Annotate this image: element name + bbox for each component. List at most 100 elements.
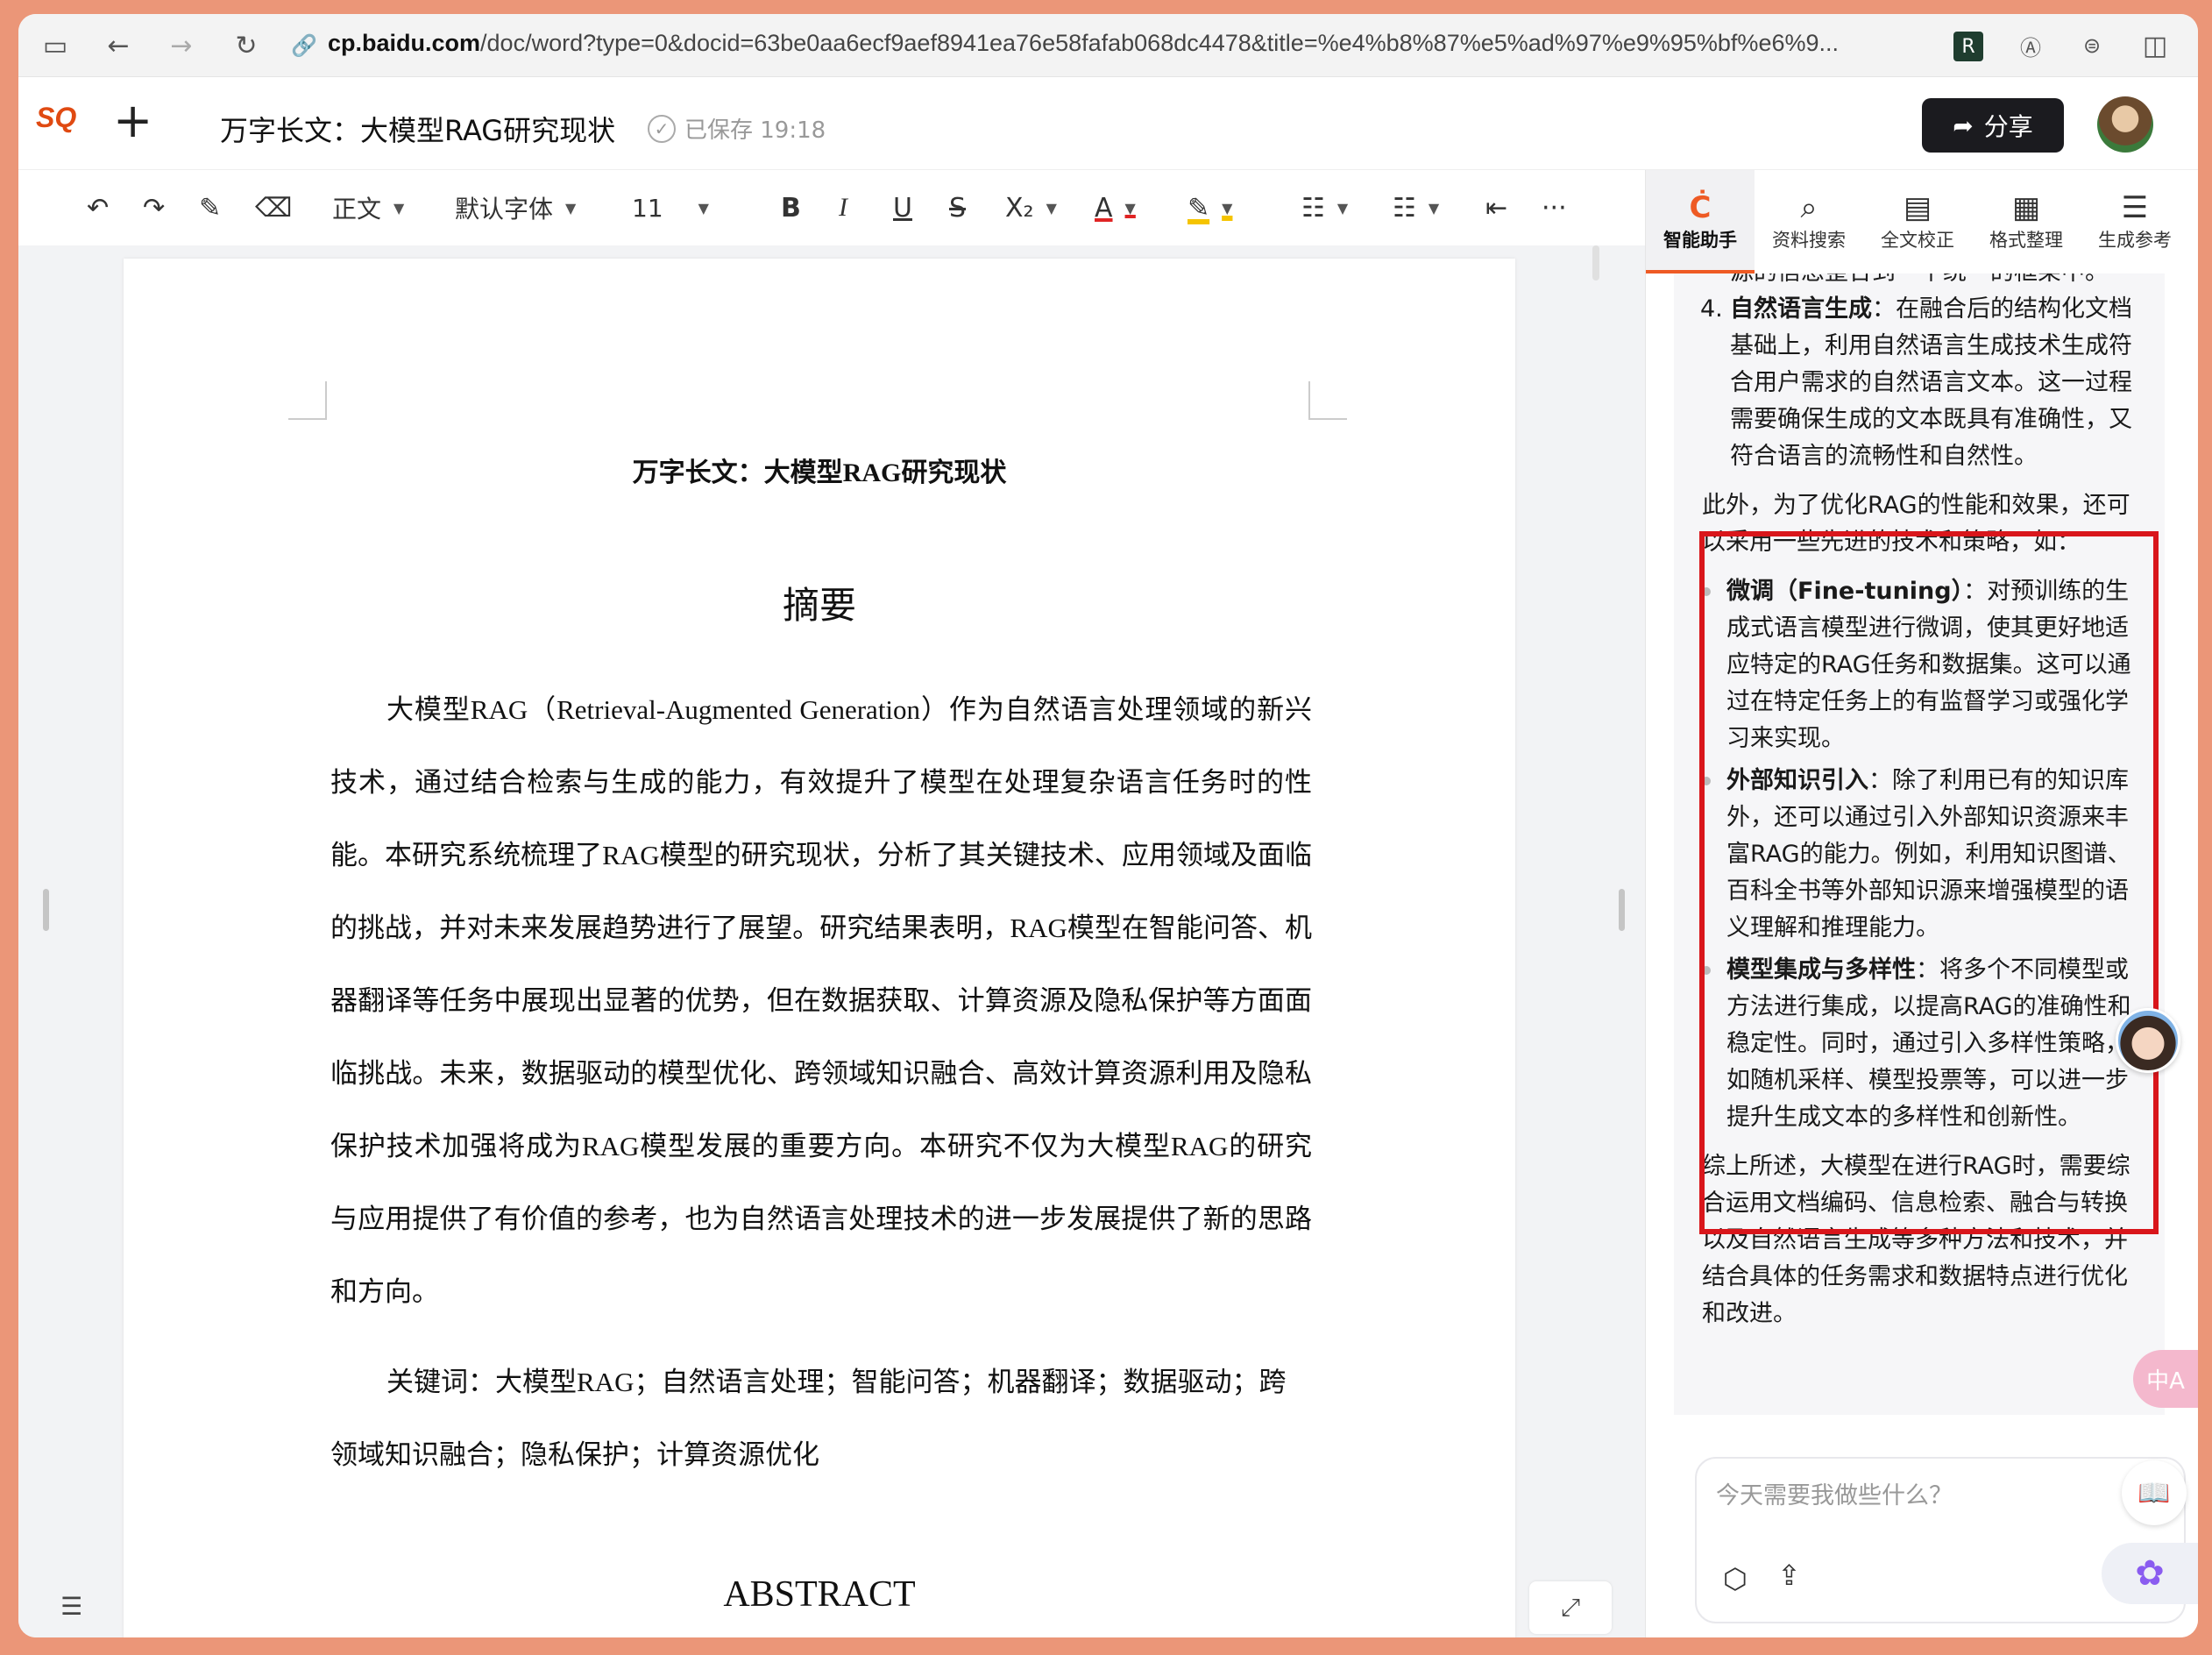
chevron-down-icon: ▼	[565, 199, 577, 217]
reference-icon: ☰	[2121, 190, 2149, 225]
undo-icon[interactable]: ↶	[87, 188, 109, 228]
margin-mark	[288, 381, 327, 420]
bullet-dot	[1702, 966, 1711, 975]
chat-messages[interactable]: 源的信息整合到一个统一的框架中。 4. 自然语言生成：在融合后的结构化文档基础上…	[1674, 273, 2165, 1415]
proofread-icon: ▤	[1903, 190, 1932, 225]
list-item: 模型集成与多样性：将多个不同模型或方法进行集成，以提高RAG的准确性和稳定性。同…	[1674, 952, 2165, 1136]
tab-search[interactable]: ⌕ 资料搜索	[1755, 170, 1863, 273]
outdent-icon[interactable]: ⇤	[1485, 188, 1507, 228]
book-icon[interactable]: 📖	[2122, 1460, 2187, 1525]
upload-icon[interactable]: ⇪	[1777, 1559, 1801, 1592]
chevron-down-icon: ▼	[1336, 199, 1349, 217]
save-status: ✓ 已保存 19:18	[648, 112, 826, 145]
app-logo[interactable]: SQ	[36, 102, 80, 146]
tab-proofread[interactable]: ▤ 全文校正	[1863, 170, 1972, 273]
expand-icon[interactable]: ⤢	[1529, 1581, 1612, 1634]
chat-paragraph: 综上所述，大模型在进行RAG时，需要综合运用文档编码、信息检索、融合与转换以及自…	[1702, 1153, 2130, 1327]
reload-icon[interactable]: ↻	[229, 28, 264, 63]
redo-icon[interactable]: ↷	[143, 188, 165, 228]
split-view-icon[interactable]: ◫	[2138, 28, 2173, 63]
browser-window: ▭ ← → ↻ 🔗 cp.baidu.com/doc/word?type=0&d…	[18, 14, 2198, 1637]
chevron-down-icon: ▼	[1428, 199, 1440, 217]
avatar[interactable]	[2097, 96, 2153, 153]
chat-input[interactable]: 今天需要我做些什么？ ⬡ ⇪	[1695, 1457, 2186, 1623]
font-size-value: 11	[632, 193, 663, 223]
format-toolbar: ↶ ↷ ✎ ⌫ 正文 ▼ 默认字体 ▼ 11 ▼ B I U S X₂ ▼ A ▼ ✎ ▼ …	[18, 170, 1645, 245]
extension-a-icon[interactable]: Ⓐ	[2013, 28, 2048, 63]
tab-format[interactable]: ▦ 格式整理	[1972, 170, 2081, 273]
italic-icon[interactable]: I	[839, 188, 847, 228]
list-item-title: 自然语言生成	[1730, 295, 1872, 323]
outline-icon[interactable]: ☰	[60, 1592, 82, 1621]
more-icon[interactable]: ···	[1542, 188, 1567, 228]
back-icon[interactable]: ←	[101, 28, 136, 63]
extension-translate-icon[interactable]: ⊜	[2074, 28, 2109, 63]
clear-format-icon[interactable]: ⌫	[255, 188, 292, 228]
tab-label: 生成参考	[2098, 230, 2172, 251]
chat-paragraph: 此外，为了优化RAG的性能和效果，还可以采用一些先进的技术和策略，如：	[1702, 492, 2130, 556]
sidebar-toggle-icon[interactable]: ▭	[38, 28, 73, 63]
list-item: 源的信息整合到一个统一的框架中。	[1674, 273, 2165, 291]
assistant-panel: Ċ 智能助手 ⌕ 资料搜索 ▤ 全文校正 ▦ 格式整理 ☰ 生成参考 4. 自然…	[1645, 170, 2198, 1637]
share-label: 分享	[1983, 112, 2033, 141]
document-page[interactable]: 万字长文：大模型RAG研究现状 摘要 大模型RAG（Retrieval-Augm…	[124, 259, 1515, 1637]
forward-icon[interactable]: →	[164, 28, 199, 63]
share-button[interactable]: ➦ 分享	[1922, 98, 2064, 153]
font-family-select[interactable]: 默认字体 ▼	[455, 188, 576, 228]
chevron-down-icon: ▼	[1046, 199, 1057, 217]
strikethrough-icon[interactable]: S	[949, 188, 966, 228]
paragraph-style-value: 正文	[332, 195, 382, 224]
doc-title[interactable]: 万字长文：大模型RAG研究现状	[220, 109, 615, 149]
assistant-avatar-icon[interactable]	[2116, 1008, 2180, 1073]
address-bar[interactable]: cp.baidu.com/doc/word?type=0&docid=63be0…	[328, 30, 1839, 57]
list-item-title: 外部知识引入	[1726, 767, 1868, 794]
tab-label: 全文校正	[1881, 230, 1954, 251]
panel-tabs: Ċ 智能助手 ⌕ 资料搜索 ▤ 全文校正 ▦ 格式整理 ☰ 生成参考	[1646, 170, 2198, 273]
brain-icon[interactable]: ✿	[2102, 1543, 2198, 1604]
url-path: /doc/word?type=0&docid=63be0aa6ecf9aef89…	[480, 30, 1839, 56]
tab-label: 智能助手	[1663, 230, 1737, 251]
bullet-dot	[1702, 777, 1711, 785]
url-domain: cp.baidu.com	[328, 30, 481, 56]
list-item-title: 微调（Fine-tuning）	[1726, 578, 1964, 605]
extension-r-icon[interactable]: R	[1953, 32, 1983, 61]
check-circle-icon: ✓	[648, 114, 676, 143]
translate-icon[interactable]: 中A	[2133, 1350, 2198, 1408]
assistant-reply: 源的信息整合到一个统一的框架中。 4. 自然语言生成：在融合后的结构化文档基础上…	[1674, 273, 2165, 1332]
font-size-select[interactable]: 11 ▼	[632, 188, 709, 228]
bullet-list-icon[interactable]: ☷ ▼	[1393, 188, 1439, 228]
tab-reference[interactable]: ☰ 生成参考	[2081, 170, 2189, 273]
new-doc-icon[interactable]: +	[113, 96, 152, 146]
underline-icon[interactable]: U	[893, 188, 912, 228]
list-item-title: 模型集成与多样性	[1726, 956, 1916, 984]
font-family-value: 默认字体	[455, 195, 554, 224]
chevron-down-icon: ▼	[1124, 199, 1136, 217]
bold-icon[interactable]: B	[781, 188, 801, 228]
margin-mark	[1308, 381, 1347, 420]
tab-assistant[interactable]: Ċ 智能助手	[1646, 170, 1755, 273]
chevron-down-icon: ▼	[698, 199, 709, 217]
link-icon: 🔗	[291, 33, 317, 58]
keywords: 关键词：大模型RAG；自然语言处理；智能问答；机器翻译；数据驱动；跨领域知识融合…	[330, 1367, 1287, 1470]
left-handle[interactable]	[43, 889, 49, 931]
chat-input-placeholder: 今天需要我做些什么？	[1716, 1482, 1953, 1509]
list-number: 4.	[1700, 295, 1723, 323]
app-header: SQ + 万字长文：大模型RAG研究现状 ✓ 已保存 19:18 ➦ 分享	[18, 77, 2198, 170]
abstract-body: 大模型RAG（Retrieval-Augmented Generation）作为…	[330, 694, 1312, 1307]
cube-icon[interactable]: ⬡	[1723, 1562, 1748, 1595]
list-item: 4. 自然语言生成：在融合后的结构化文档基础上，利用自然语言生成技术生成符合用户…	[1674, 291, 2165, 475]
ordered-list-icon[interactable]: ☷ ▼	[1301, 188, 1348, 228]
tab-label: 格式整理	[1989, 230, 2063, 251]
editor-scrollbar[interactable]	[1592, 245, 1599, 281]
highlight-icon[interactable]: ✎ ▼	[1188, 188, 1232, 228]
format-painter-icon[interactable]: ✎	[199, 188, 221, 228]
format-icon: ▦	[2011, 190, 2041, 225]
chevron-down-icon: ▼	[1222, 199, 1233, 217]
paragraph-style-select[interactable]: 正文 ▼	[332, 188, 404, 228]
subscript-icon[interactable]: X₂ ▼	[1005, 188, 1057, 228]
assistant-icon: Ċ	[1689, 190, 1712, 225]
font-color-icon[interactable]: A ▼	[1095, 188, 1136, 228]
list-item: 外部知识引入：除了利用已有的知识库外，还可以通过引入外部知识资源来丰富RAG的能…	[1674, 763, 2165, 947]
right-handle[interactable]	[1619, 889, 1625, 931]
editor-area: 万字长文：大模型RAG研究现状 摘要 大模型RAG（Retrieval-Augm…	[18, 245, 1645, 1637]
